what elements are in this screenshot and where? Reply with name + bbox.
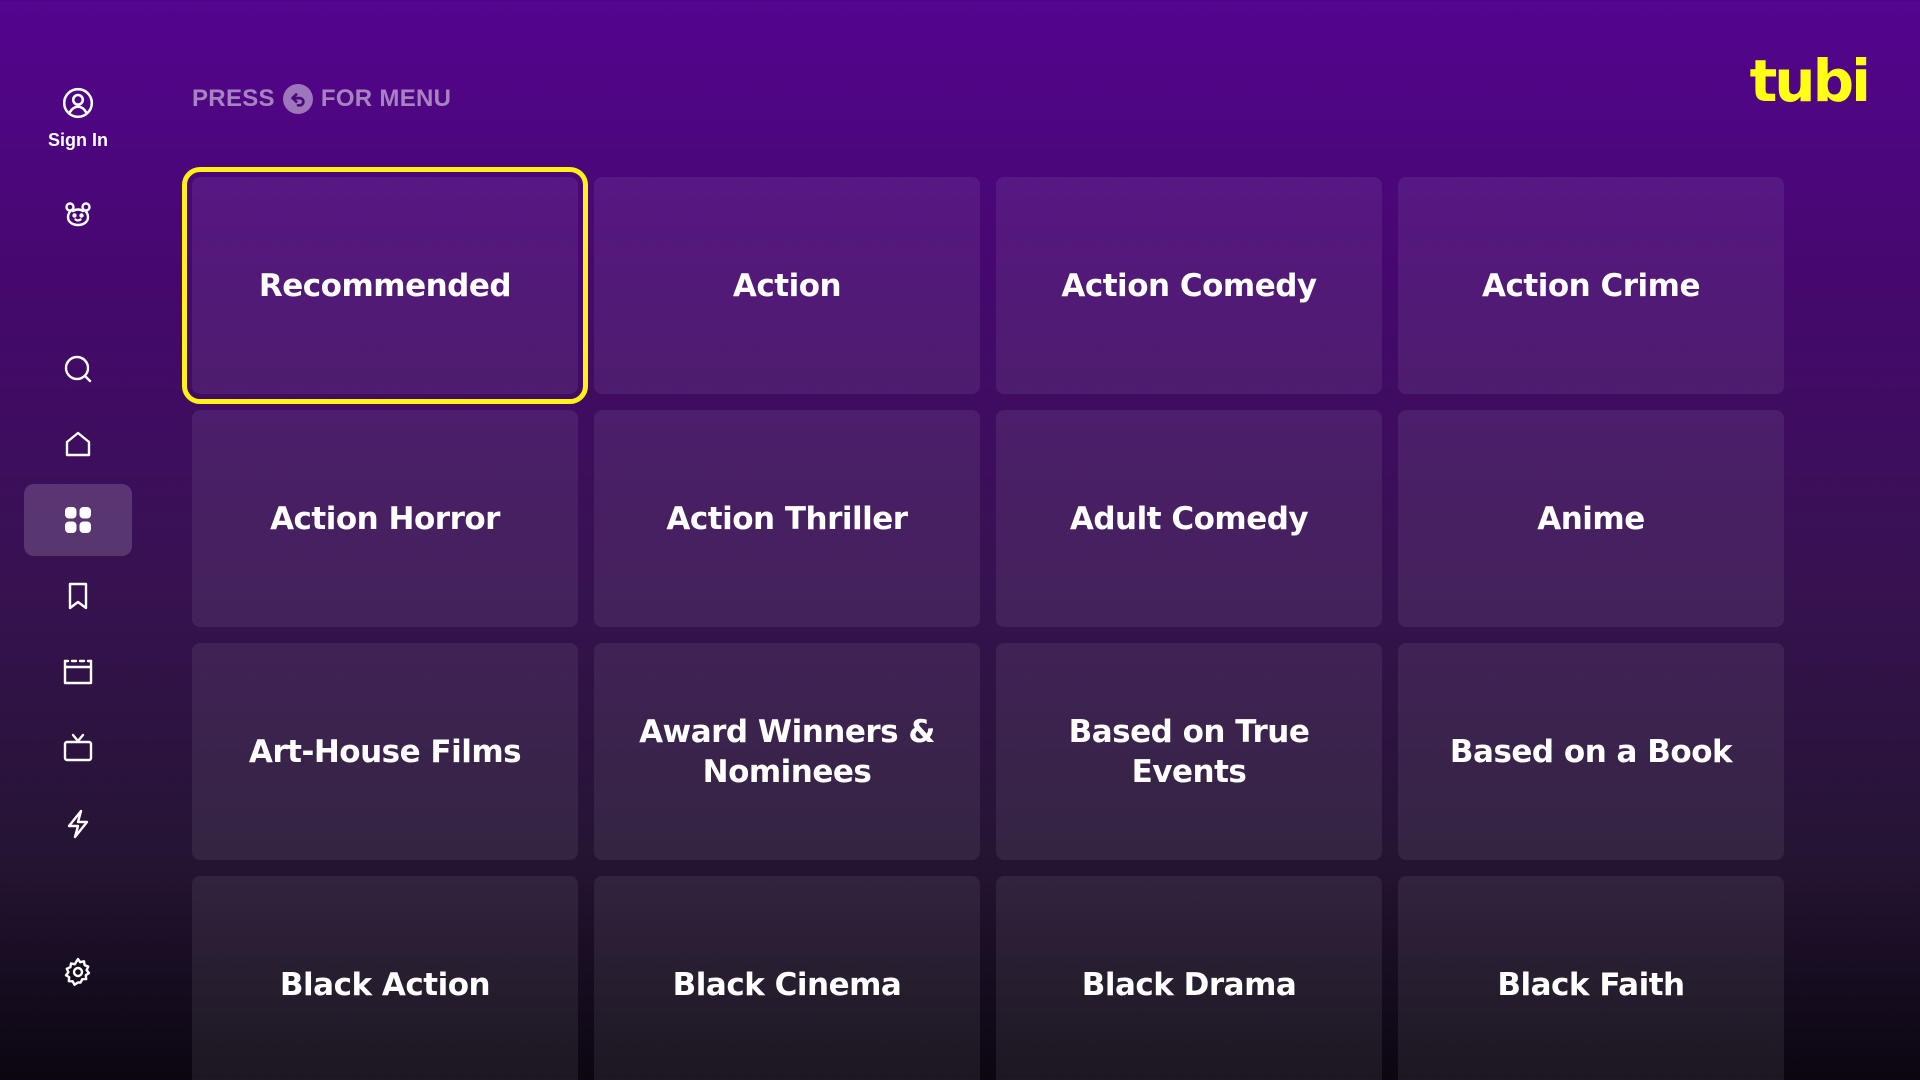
category-tile-anime[interactable]: Anime [1398,410,1784,627]
category-label: Art-House Films [248,733,522,770]
category-label: Black Cinema [672,966,902,1003]
category-label: Action Horror [270,500,500,537]
category-label: Black Drama [1081,966,1297,1003]
lightning-icon [67,809,89,839]
category-label: Adult Comedy [1069,500,1309,537]
category-tile-based-on-true-events[interactable]: Based on True Events [996,643,1382,860]
category-label: Action [732,267,842,304]
category-tile-adult-comedy[interactable]: Adult Comedy [996,410,1382,627]
tubi-logo: tubi [1749,47,1871,115]
category-label: Based on a Book [1449,733,1733,770]
category-tile-action-thriller[interactable]: Action Thriller [594,410,980,627]
tv-icon [63,733,93,762]
sidebar-item-home[interactable] [24,408,132,480]
category-label: Action Thriller [666,500,908,537]
category-label: Anime [1537,500,1645,537]
category-tile-black-action[interactable]: Black Action [192,876,578,1080]
category-grid: Recommended Action Action Comedy Action … [182,167,1784,1080]
home-icon [65,431,91,457]
menu-hint-prefix: PRESS [192,85,275,112]
bookmark-icon [68,582,88,610]
movies-icon [63,659,93,685]
category-tile-action-crime[interactable]: Action Crime [1398,177,1784,394]
sidebar-item-movies[interactable] [24,636,132,708]
category-label: Based on True Events [1068,713,1310,790]
categories-icon [65,507,91,533]
category-tile-recommended[interactable]: Recommended [182,167,588,404]
sign-in-label: Sign In [48,130,108,150]
category-tile-based-on-a-book[interactable]: Based on a Book [1398,643,1784,860]
category-tile-black-drama[interactable]: Black Drama [996,876,1382,1080]
sidebar-item-settings[interactable] [24,936,132,1008]
sidebar-item-my-list[interactable] [24,560,132,632]
category-tile-black-cinema[interactable]: Black Cinema [594,876,980,1080]
gear-icon [64,957,91,986]
category-label: Action Crime [1482,267,1700,304]
search-icon [64,355,92,383]
sidebar-item-live[interactable] [24,788,132,860]
sidebar-item-tv[interactable] [24,712,132,784]
category-tile-action-horror[interactable]: Action Horror [192,410,578,627]
sidebar-item-search[interactable] [24,333,132,405]
menu-hint: PRESS FOR MENU [192,84,451,114]
category-label: Action Comedy [1061,267,1317,304]
menu-hint-suffix: FOR MENU [320,85,452,112]
category-label: Award Winners & Nominees [639,713,935,790]
category-tile-black-faith[interactable]: Black Faith [1398,876,1784,1080]
back-button-icon [282,84,313,114]
sidebar-item-kids[interactable] [24,179,132,251]
category-label: Recommended [258,267,512,304]
sign-in-button[interactable]: Sign In [24,86,132,166]
user-account-icon [62,87,94,119]
sidebar-nav: Sign In [0,0,156,1080]
category-label: Black Action [279,966,491,1003]
sidebar-item-categories[interactable] [24,484,132,556]
kids-icon [65,202,91,227]
category-tile-award-winners-nominees[interactable]: Award Winners & Nominees [594,643,980,860]
category-label: Black Faith [1497,966,1685,1003]
category-tile-art-house-films[interactable]: Art-House Films [192,643,578,860]
category-tile-action[interactable]: Action [594,177,980,394]
category-tile-action-comedy[interactable]: Action Comedy [996,177,1382,394]
